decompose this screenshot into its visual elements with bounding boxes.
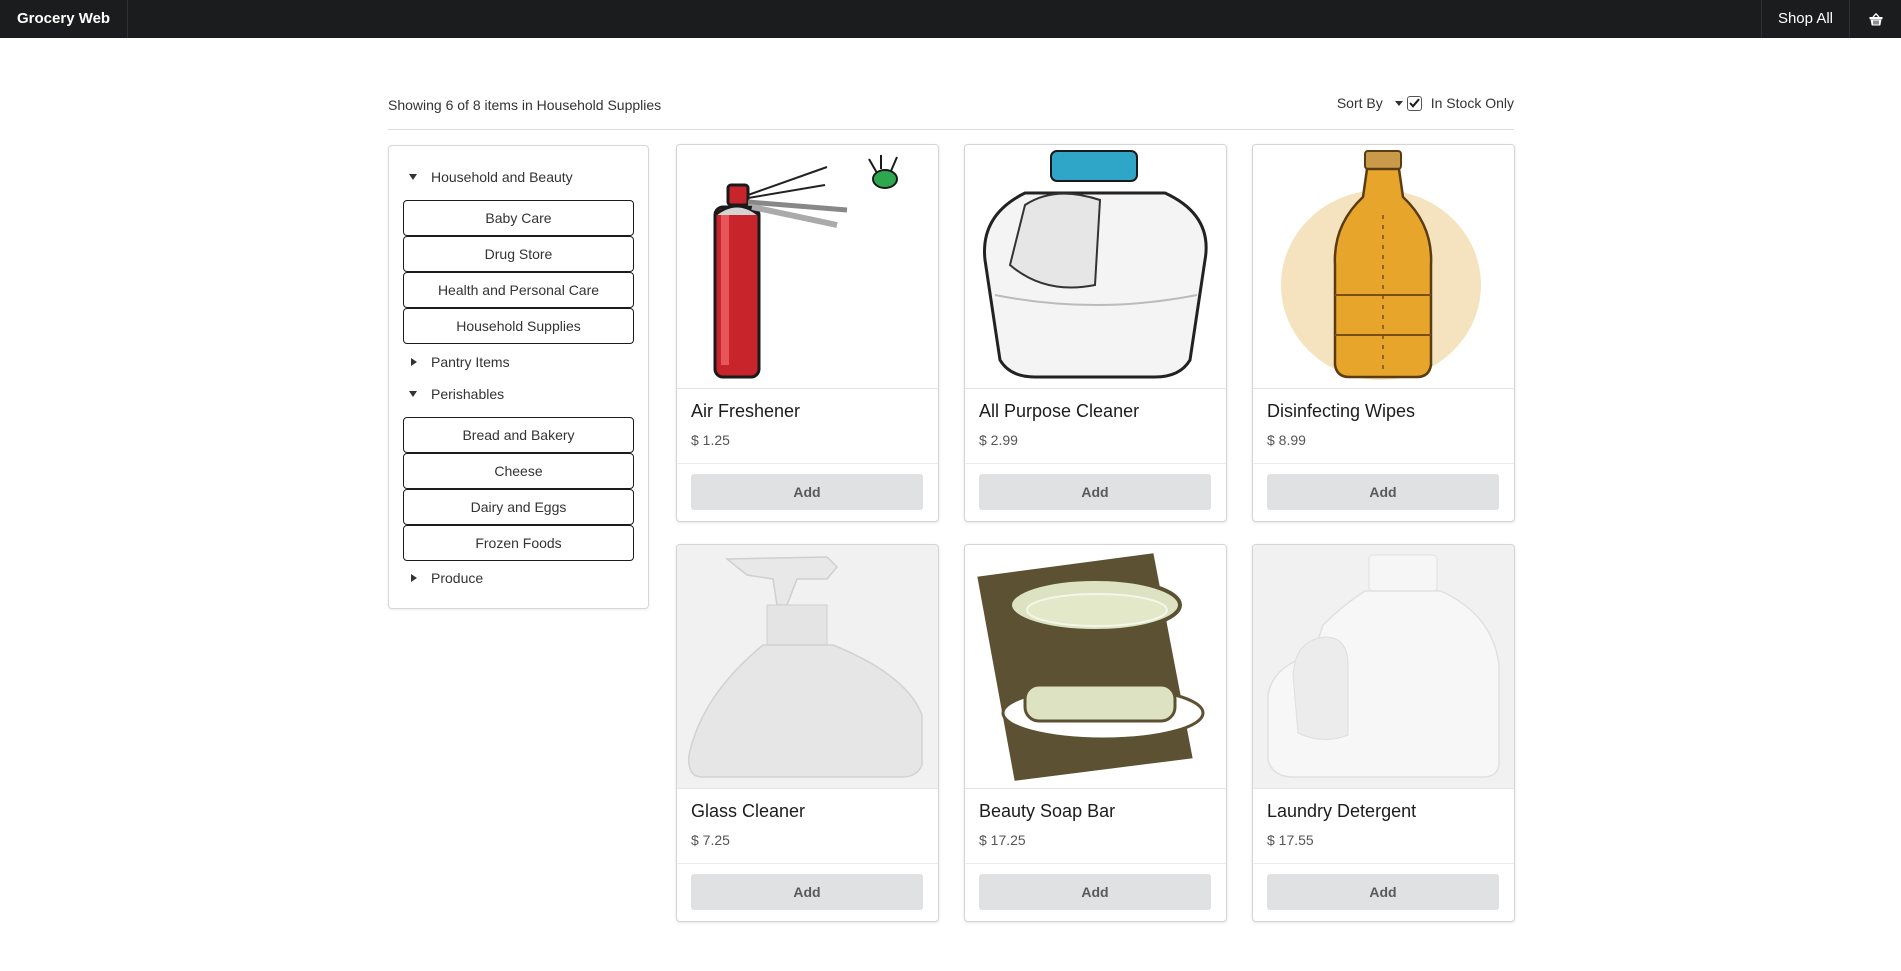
shopping-basket-icon	[1869, 12, 1882, 25]
amber-bottle-image	[1253, 145, 1514, 388]
card-divider	[677, 463, 938, 464]
subcategory-drug-store[interactable]: Drug Store	[403, 236, 634, 272]
results-summary: Showing 6 of 8 items in Household Suppli…	[388, 97, 662, 113]
subcategory-cheese[interactable]: Cheese	[403, 453, 634, 489]
category-label: Perishables	[431, 386, 505, 402]
product-card: Laundry Detergent $ 17.55 Add	[1252, 544, 1515, 922]
product-price: $ 2.99	[979, 432, 1018, 448]
plastic-jug-image	[965, 145, 1226, 388]
product-name[interactable]: All Purpose Cleaner	[979, 401, 1139, 422]
product-image[interactable]	[965, 145, 1226, 389]
product-image[interactable]	[677, 545, 938, 789]
add-to-cart-button[interactable]: Add	[979, 874, 1211, 910]
category-label: Produce	[431, 570, 484, 586]
product-price: $ 17.55	[1267, 832, 1314, 848]
product-price: $ 8.99	[1267, 432, 1306, 448]
product-card: Glass Cleaner $ 7.25 Add	[676, 544, 939, 922]
card-divider	[677, 863, 938, 864]
product-card: Air Freshener $ 1.25 Add	[676, 144, 939, 522]
shop-all-link[interactable]: Shop All	[1760, 0, 1849, 38]
checkmark-icon	[1409, 98, 1420, 108]
card-divider	[1253, 863, 1514, 864]
category-label: Pantry Items	[431, 354, 510, 370]
product-image[interactable]	[965, 545, 1226, 789]
category-sidebar: Household and Beauty Baby Care Drug Stor…	[388, 145, 649, 609]
caret-down-icon	[409, 391, 417, 397]
sort-by-dropdown[interactable]: Sort By	[1337, 95, 1383, 111]
add-to-cart-button[interactable]: Add	[691, 474, 923, 510]
add-to-cart-button[interactable]: Add	[1267, 874, 1499, 910]
soap-bars-image	[965, 545, 1226, 788]
product-image[interactable]	[1253, 145, 1514, 389]
subcategory-dairy-and-eggs[interactable]: Dairy and Eggs	[403, 489, 634, 525]
product-card: All Purpose Cleaner $ 2.99 Add	[964, 144, 1227, 522]
category-produce[interactable]: Produce	[409, 568, 483, 588]
product-price: $ 17.25	[979, 832, 1026, 848]
cart-button[interactable]	[1849, 0, 1901, 38]
category-pantry-items[interactable]: Pantry Items	[409, 352, 510, 372]
category-label: Household and Beauty	[431, 169, 573, 185]
caret-right-icon	[411, 358, 417, 366]
category-household-and-beauty[interactable]: Household and Beauty	[409, 167, 573, 187]
product-card: Disinfecting Wipes $ 8.99 Add	[1252, 144, 1515, 522]
add-to-cart-button[interactable]: Add	[691, 874, 923, 910]
product-price: $ 1.25	[691, 432, 730, 448]
caret-right-icon	[411, 574, 417, 582]
aerosol-spray-can-image	[677, 145, 938, 388]
card-divider	[965, 863, 1226, 864]
caret-down-icon	[409, 174, 417, 180]
sort-controls: Sort By In Stock Only	[1337, 95, 1514, 111]
top-navbar: Grocery Web Shop All	[0, 0, 1901, 38]
card-divider	[965, 463, 1226, 464]
product-name[interactable]: Glass Cleaner	[691, 801, 805, 822]
dropdown-caret-icon[interactable]	[1394, 100, 1403, 106]
add-to-cart-button[interactable]: Add	[979, 474, 1211, 510]
subcategory-bread-and-bakery[interactable]: Bread and Bakery	[403, 417, 634, 453]
spray-bottle-image	[677, 545, 938, 788]
product-name[interactable]: Air Freshener	[691, 401, 800, 422]
in-stock-label[interactable]: In Stock Only	[1431, 95, 1514, 111]
brand-link[interactable]: Grocery Web	[0, 0, 129, 38]
add-to-cart-button[interactable]: Add	[1267, 474, 1499, 510]
product-price: $ 7.25	[691, 832, 730, 848]
product-name[interactable]: Laundry Detergent	[1267, 801, 1416, 822]
product-card: Beauty Soap Bar $ 17.25 Add	[964, 544, 1227, 922]
subcategory-household-supplies[interactable]: Household Supplies	[403, 308, 634, 344]
product-name[interactable]: Beauty Soap Bar	[979, 801, 1115, 822]
in-stock-checkbox[interactable]	[1406, 95, 1422, 111]
category-perishables[interactable]: Perishables	[409, 384, 504, 404]
subcategory-frozen-foods[interactable]: Frozen Foods	[403, 525, 634, 561]
product-image[interactable]	[677, 145, 938, 389]
card-divider	[1253, 463, 1514, 464]
header-divider	[388, 129, 1514, 130]
subcategory-health-and-personal-care[interactable]: Health and Personal Care	[403, 272, 634, 308]
product-name[interactable]: Disinfecting Wipes	[1267, 401, 1415, 422]
subcategory-baby-care[interactable]: Baby Care	[403, 200, 634, 236]
product-image[interactable]	[1253, 545, 1514, 789]
detergent-jug-image	[1253, 545, 1514, 788]
